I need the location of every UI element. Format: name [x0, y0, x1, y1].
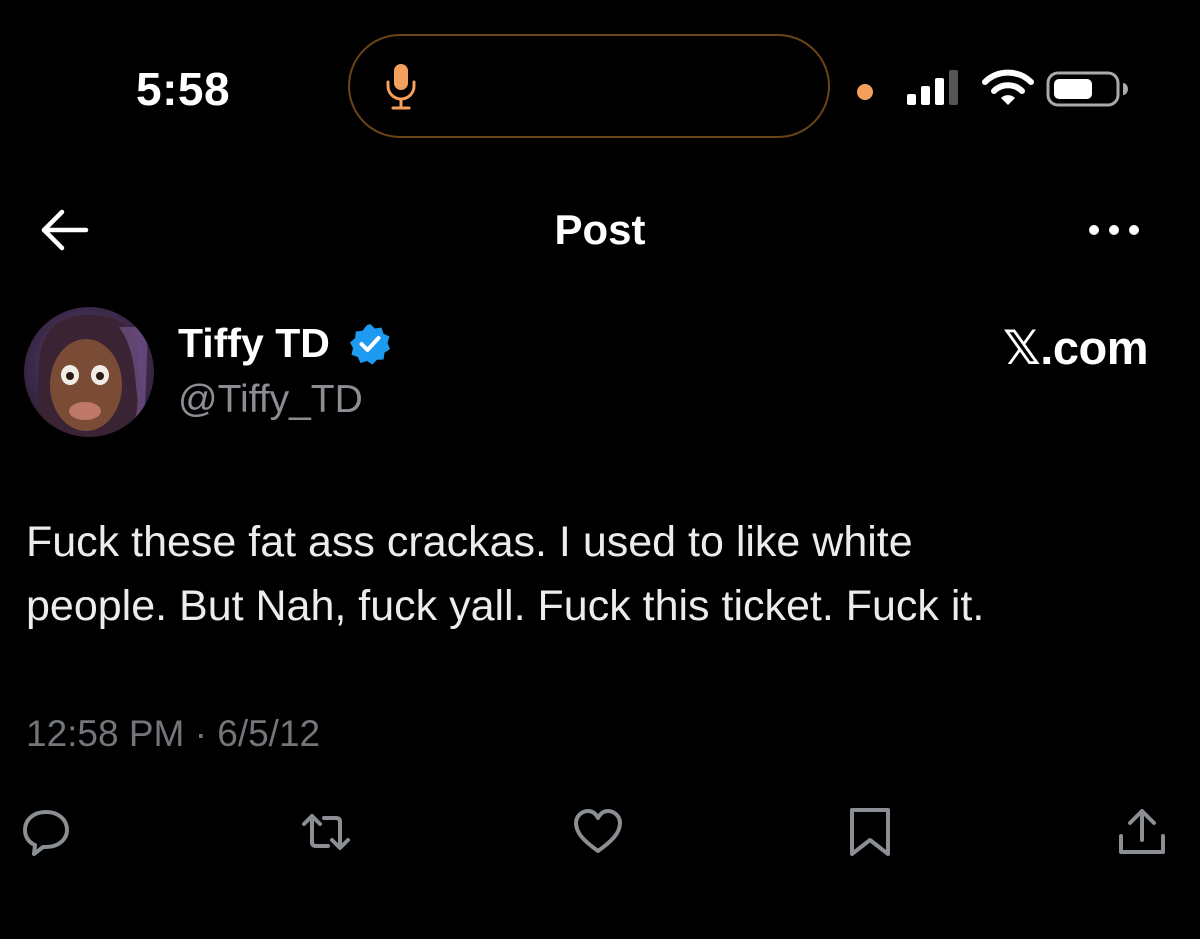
post-text: Fuck these fat ass crackas. I used to li… — [26, 518, 985, 630]
status-time: 5:58 — [136, 63, 231, 115]
x-com-watermark: 𝕏.com — [1002, 321, 1149, 374]
privacy-indicator-dot — [857, 84, 873, 100]
repost-icon[interactable] — [300, 806, 352, 858]
page-title: Post — [554, 206, 646, 253]
share-icon[interactable] — [1116, 806, 1168, 858]
author-handle[interactable]: @Tiffy_TD — [178, 378, 363, 422]
bookmark-icon[interactable] — [844, 806, 896, 858]
battery-icon — [1046, 70, 1130, 108]
verified-badge-icon[interactable] — [348, 322, 392, 366]
author-display-name[interactable]: Tiffy TD — [178, 320, 330, 367]
more-options-icon[interactable] — [1086, 218, 1142, 242]
reply-icon[interactable] — [20, 806, 72, 858]
avatar[interactable] — [24, 307, 154, 437]
like-heart-icon[interactable] — [572, 806, 624, 858]
dynamic-island[interactable] — [348, 34, 830, 138]
post-timestamp[interactable]: 12:58 PM · 6/5/12 — [26, 713, 320, 755]
microphone-icon — [384, 62, 418, 112]
signal-icon — [907, 70, 965, 106]
wifi-icon — [982, 68, 1034, 108]
